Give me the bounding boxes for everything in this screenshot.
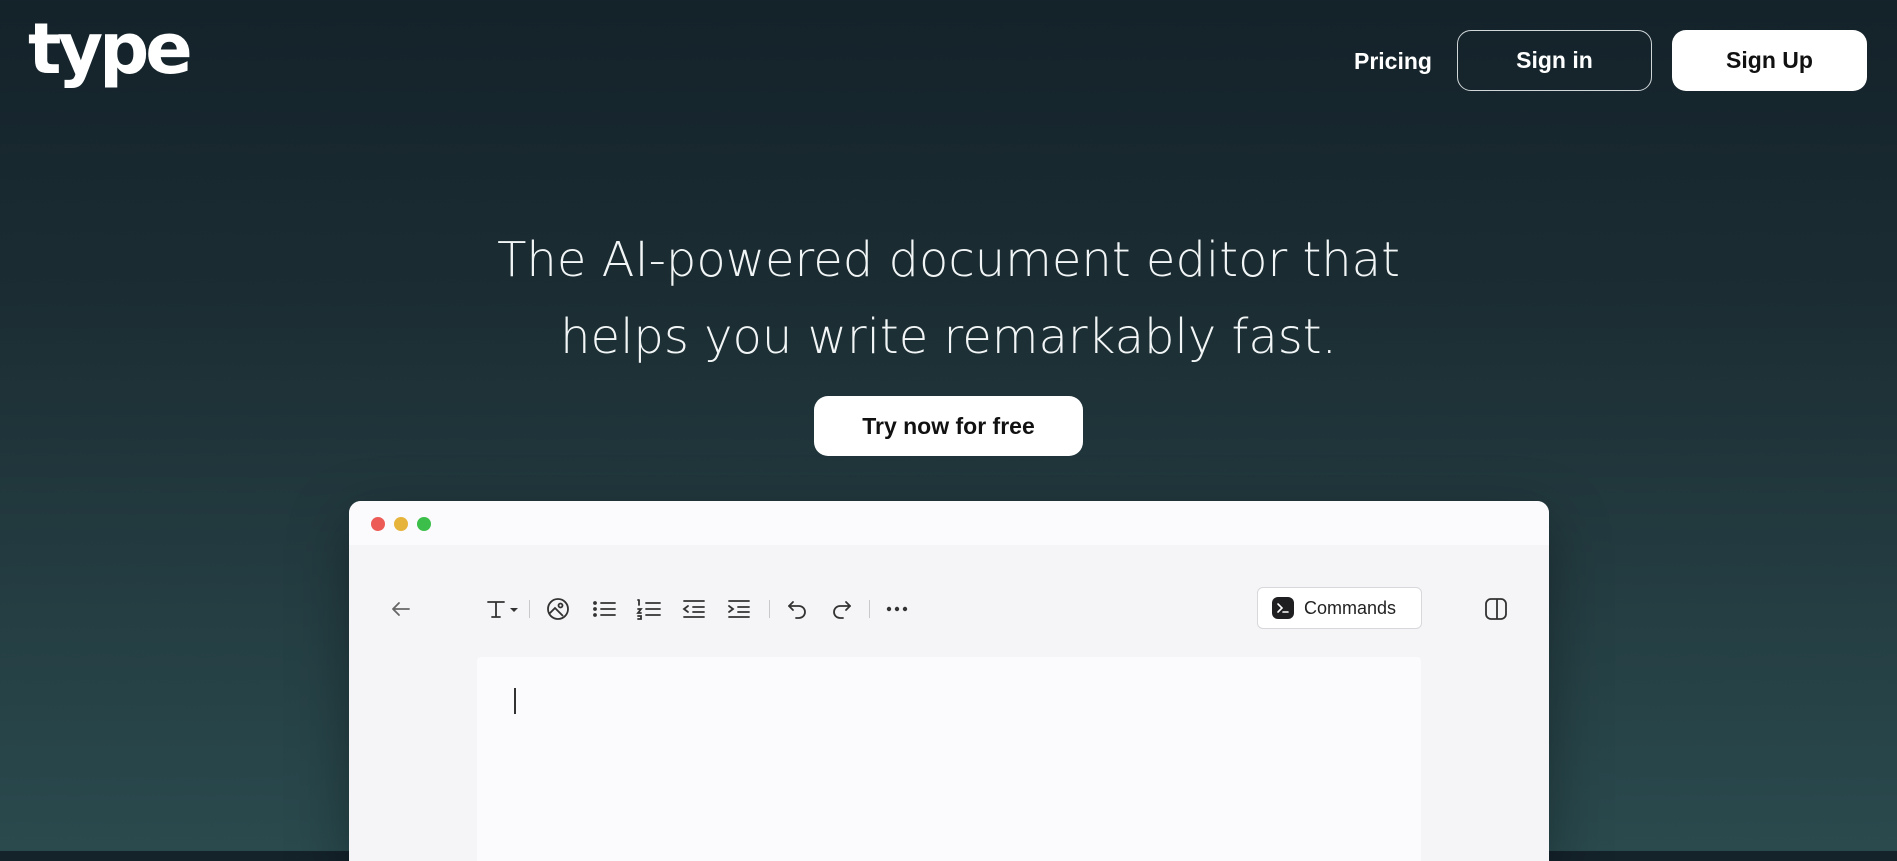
nav-pricing-link[interactable]: Pricing: [1354, 48, 1432, 75]
bullet-list-icon[interactable]: [589, 587, 619, 631]
back-arrow-icon[interactable]: [387, 587, 415, 631]
hero-headline: The AI-powered document editor that help…: [0, 222, 1897, 376]
hero-headline-line1: The AI-powered document editor that: [497, 232, 1400, 288]
outdent-icon[interactable]: [679, 587, 709, 631]
commands-label: Commands: [1304, 597, 1397, 618]
toolbar-separator: [529, 600, 530, 618]
toolbar-separator: [869, 600, 870, 618]
commands-button[interactable]: Commands: [1257, 587, 1422, 629]
hero-headline-line2: helps you write remarkably fast.: [560, 309, 1337, 365]
editor-preview-window: Commands: [349, 501, 1549, 861]
sign-in-button[interactable]: Sign in: [1457, 30, 1652, 91]
undo-icon[interactable]: [782, 587, 812, 631]
type-logo[interactable]: type: [28, 14, 193, 84]
toolbar-separator: [769, 600, 770, 618]
text-style-icon[interactable]: [483, 587, 523, 631]
more-icon[interactable]: [882, 587, 912, 631]
redo-icon[interactable]: [827, 587, 857, 631]
window-titlebar: [349, 501, 1549, 545]
document-editor-area[interactable]: [477, 657, 1421, 861]
text-caret: [514, 688, 516, 714]
image-icon[interactable]: [543, 587, 573, 631]
window-minimize-dot: [394, 517, 408, 531]
terminal-icon: [1272, 597, 1294, 619]
window-close-dot: [371, 517, 385, 531]
sign-up-button[interactable]: Sign Up: [1672, 30, 1867, 91]
numbered-list-icon[interactable]: [634, 587, 664, 631]
try-now-button[interactable]: Try now for free: [814, 396, 1083, 456]
indent-icon[interactable]: [724, 587, 754, 631]
window-maximize-dot: [417, 517, 431, 531]
sidebar-toggle-icon[interactable]: [1481, 587, 1511, 631]
